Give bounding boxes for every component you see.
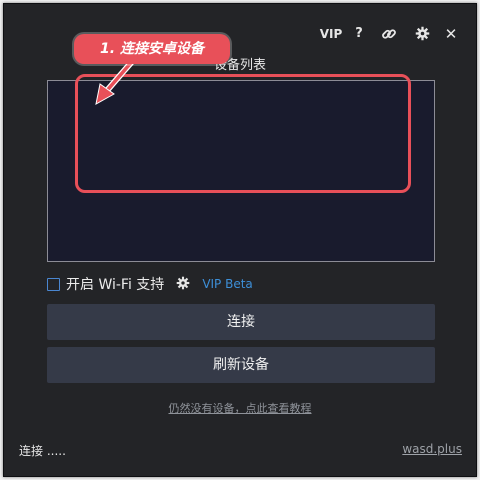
annotation-callout: 1. 连接安卓设备 <box>74 34 230 64</box>
gear-icon <box>415 26 429 41</box>
link-button[interactable] <box>378 23 400 45</box>
website-link[interactable]: wasd.plus <box>402 442 462 456</box>
gear-icon <box>177 276 190 290</box>
link-icon <box>382 29 396 39</box>
wifi-settings-button[interactable] <box>176 276 192 292</box>
close-button[interactable]: ✕ <box>441 23 461 45</box>
vip-button[interactable]: VIP <box>317 23 345 45</box>
connect-button[interactable]: 连接 <box>47 304 435 340</box>
app-window: VIP ? ✕ 设备列表 开启 Wi-Fi 支持 VIP Beta 连接 刷新设… <box>3 3 477 477</box>
status-text: 连接 ..... <box>19 444 66 458</box>
wifi-label[interactable]: 开启 Wi-Fi 支持 <box>66 274 164 294</box>
refresh-devices-button[interactable]: 刷新设备 <box>47 347 435 383</box>
settings-button[interactable] <box>411 23 433 45</box>
wifi-checkbox[interactable] <box>47 277 60 291</box>
tutorial-link[interactable]: 仍然没有设备，点此查看教程 <box>4 400 476 416</box>
vip-beta-badge: VIP Beta <box>202 277 253 291</box>
help-button[interactable]: ? <box>351 23 367 45</box>
wifi-row: 开启 Wi-Fi 支持 VIP Beta <box>47 274 253 294</box>
